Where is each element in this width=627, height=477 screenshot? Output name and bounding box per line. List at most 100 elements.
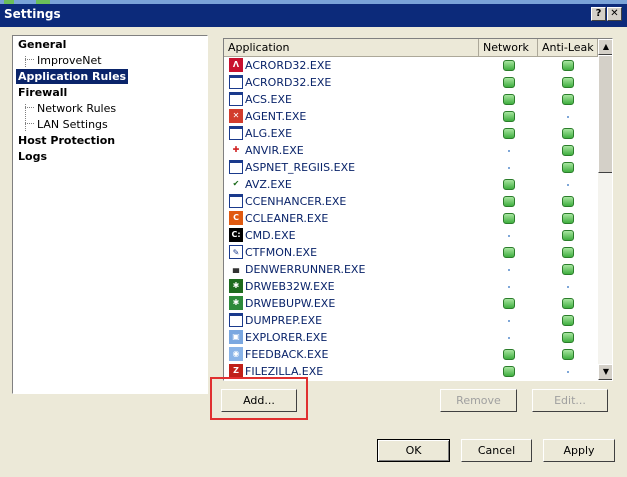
antileak-unset-indicator[interactable] bbox=[567, 286, 569, 288]
network-allowed-indicator[interactable] bbox=[503, 349, 515, 360]
vertical-scrollbar[interactable]: ▲ ▼ bbox=[598, 39, 612, 380]
antileak-allowed-indicator[interactable] bbox=[562, 247, 574, 258]
application-name: DENWERRUNNER.EXE bbox=[245, 263, 366, 276]
tree-item-lan-settings[interactable]: LAN Settings bbox=[37, 117, 108, 132]
scroll-down-button[interactable]: ▼ bbox=[598, 364, 612, 380]
antileak-allowed-indicator[interactable] bbox=[562, 349, 574, 360]
window-title: Settings bbox=[4, 7, 61, 21]
window-icon bbox=[229, 313, 243, 327]
tree-connector bbox=[25, 123, 34, 124]
network-allowed-indicator[interactable] bbox=[503, 247, 515, 258]
table-row[interactable]: CCENHANCER.EXE bbox=[224, 193, 598, 210]
application-name: ACS.EXE bbox=[245, 93, 292, 106]
antileak-allowed-indicator[interactable] bbox=[562, 332, 574, 343]
table-row[interactable]: ✔ AVZ.EXE bbox=[224, 176, 598, 193]
network-unset-indicator[interactable] bbox=[508, 150, 510, 152]
spider-icon: ✱ bbox=[229, 279, 243, 293]
antileak-allowed-indicator[interactable] bbox=[562, 128, 574, 139]
network-allowed-indicator[interactable] bbox=[503, 366, 515, 377]
application-name: ACRORD32.EXE bbox=[245, 76, 332, 89]
apply-button[interactable]: Apply bbox=[543, 439, 615, 462]
table-row[interactable]: ✱ DRWEBUPW.EXE bbox=[224, 295, 598, 312]
table-row[interactable]: ✱ DRWEB32W.EXE bbox=[224, 278, 598, 295]
tree-item-application-rules[interactable]: Application Rules bbox=[16, 69, 129, 84]
antileak-allowed-indicator[interactable] bbox=[562, 298, 574, 309]
network-unset-indicator[interactable] bbox=[508, 269, 510, 271]
table-row[interactable]: ACS.EXE bbox=[224, 91, 598, 108]
antileak-allowed-indicator[interactable] bbox=[562, 264, 574, 275]
network-allowed-indicator[interactable] bbox=[503, 94, 515, 105]
network-allowed-indicator[interactable] bbox=[503, 111, 515, 122]
network-allowed-indicator[interactable] bbox=[503, 128, 515, 139]
antileak-allowed-indicator[interactable] bbox=[562, 94, 574, 105]
table-row[interactable]: ACRORD32.EXE bbox=[224, 74, 598, 91]
network-allowed-indicator[interactable] bbox=[503, 213, 515, 224]
cancel-button[interactable]: Cancel bbox=[461, 439, 532, 462]
antileak-unset-indicator[interactable] bbox=[567, 116, 569, 118]
filezilla-icon: Z bbox=[229, 364, 243, 378]
antileak-allowed-indicator[interactable] bbox=[562, 230, 574, 241]
table-row[interactable]: ✕ AGENT.EXE bbox=[224, 108, 598, 125]
network-allowed-indicator[interactable] bbox=[503, 196, 515, 207]
application-name: CCLEANER.EXE bbox=[245, 212, 329, 225]
network-unset-indicator[interactable] bbox=[508, 286, 510, 288]
remove-button[interactable]: Remove bbox=[440, 389, 517, 412]
settings-tree[interactable]: General ImproveNet Application Rules Fir… bbox=[12, 35, 208, 394]
antileak-allowed-indicator[interactable] bbox=[562, 77, 574, 88]
network-allowed-indicator[interactable] bbox=[503, 179, 515, 190]
tree-item-logs[interactable]: Logs bbox=[18, 149, 47, 164]
shield-icon: ✕ bbox=[229, 109, 243, 123]
close-button[interactable]: ✕ bbox=[607, 7, 622, 21]
application-name: AGENT.EXE bbox=[245, 110, 307, 123]
table-row[interactable]: ▄ DENWERRUNNER.EXE bbox=[224, 261, 598, 278]
network-unset-indicator[interactable] bbox=[508, 337, 510, 339]
ok-button[interactable]: OK bbox=[377, 439, 450, 462]
network-unset-indicator[interactable] bbox=[508, 235, 510, 237]
network-unset-indicator[interactable] bbox=[508, 167, 510, 169]
table-row[interactable]: ✚ ANVIR.EXE bbox=[224, 142, 598, 159]
hat-icon: ▄ bbox=[229, 262, 243, 276]
network-allowed-indicator[interactable] bbox=[503, 77, 515, 88]
antileak-allowed-indicator[interactable] bbox=[562, 315, 574, 326]
help-button[interactable]: ? bbox=[591, 7, 606, 21]
antileak-unset-indicator[interactable] bbox=[567, 371, 569, 373]
application-name: ALG.EXE bbox=[245, 127, 293, 140]
tree-connector bbox=[25, 56, 26, 67]
table-row[interactable]: C: CMD.EXE bbox=[224, 227, 598, 244]
application-name: ASPNET_REGIIS.EXE bbox=[245, 161, 356, 174]
table-row[interactable]: Λ ACRORD32.EXE bbox=[224, 57, 598, 74]
network-allowed-indicator[interactable] bbox=[503, 298, 515, 309]
feedback-icon: ◉ bbox=[229, 347, 243, 361]
antileak-unset-indicator[interactable] bbox=[567, 184, 569, 186]
antileak-allowed-indicator[interactable] bbox=[562, 60, 574, 71]
table-row[interactable]: C CCLEANER.EXE bbox=[224, 210, 598, 227]
table-row[interactable]: ALG.EXE bbox=[224, 125, 598, 142]
list-header: Application Network Anti-Leak bbox=[224, 39, 598, 57]
tree-item-network-rules[interactable]: Network Rules bbox=[37, 101, 116, 116]
scroll-up-button[interactable]: ▲ bbox=[598, 39, 612, 55]
application-rules-list[interactable]: Application Network Anti-Leak Λ ACRORD32.… bbox=[223, 38, 613, 381]
tree-item-general[interactable]: General bbox=[18, 37, 66, 52]
network-allowed-indicator[interactable] bbox=[503, 60, 515, 71]
edit-button[interactable]: Edit... bbox=[532, 389, 608, 412]
antileak-allowed-indicator[interactable] bbox=[562, 213, 574, 224]
application-name: CCENHANCER.EXE bbox=[245, 195, 347, 208]
table-row[interactable]: ✎ CTFMON.EXE bbox=[224, 244, 598, 261]
column-header-antileak[interactable]: Anti-Leak bbox=[538, 39, 598, 57]
ccleaner-icon: C bbox=[229, 211, 243, 225]
window-icon bbox=[229, 75, 243, 89]
tree-item-firewall[interactable]: Firewall bbox=[18, 85, 67, 100]
antileak-allowed-indicator[interactable] bbox=[562, 145, 574, 156]
table-row[interactable]: DUMPREP.EXE bbox=[224, 312, 598, 329]
tree-item-host-protection[interactable]: Host Protection bbox=[18, 133, 115, 148]
tree-item-improvenet[interactable]: ImproveNet bbox=[37, 53, 102, 68]
table-row[interactable]: ▣ EXPLORER.EXE bbox=[224, 329, 598, 346]
network-unset-indicator[interactable] bbox=[508, 320, 510, 322]
antileak-allowed-indicator[interactable] bbox=[562, 162, 574, 173]
column-header-application[interactable]: Application bbox=[224, 39, 479, 57]
table-row[interactable]: ◉ FEEDBACK.EXE bbox=[224, 346, 598, 363]
table-row[interactable]: ASPNET_REGIIS.EXE bbox=[224, 159, 598, 176]
scroll-thumb[interactable] bbox=[598, 55, 612, 173]
antileak-allowed-indicator[interactable] bbox=[562, 196, 574, 207]
column-header-network[interactable]: Network bbox=[479, 39, 538, 57]
